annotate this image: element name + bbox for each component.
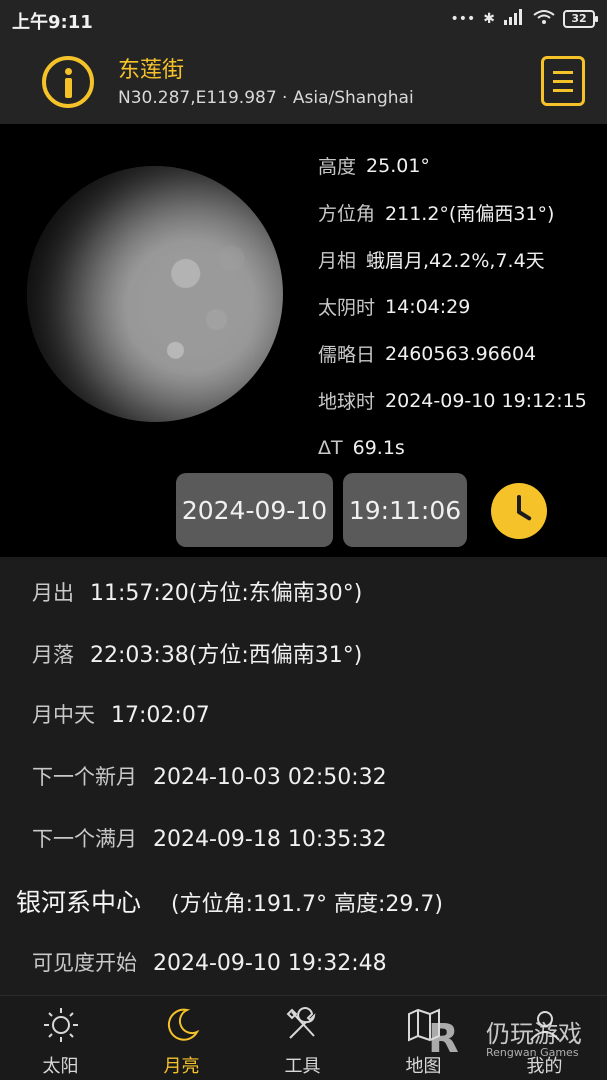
moon-phase-row: 月相 蛾眉月,42.2%,7.4天	[318, 250, 545, 272]
time-picker-button[interactable]: 19:11:06	[343, 473, 467, 547]
moon-info-list: 高度 25.01° 方位角 211.2°(南偏西31°) 月相 蛾眉月,42.2%,7…	[318, 142, 587, 471]
status-time: 上午9:11	[12, 12, 93, 33]
tab-tools-label: 工具	[284, 1056, 321, 1077]
tools-icon	[286, 1007, 316, 1039]
info-button[interactable]	[42, 56, 94, 108]
watermark: R 仍玩游戏 Rengwan Games	[410, 1010, 600, 1070]
lunar-time-row: 太阴时 14:04:29	[318, 295, 471, 320]
menu-icon	[553, 71, 573, 74]
date-picker-button[interactable]: 2024-09-10	[176, 473, 333, 547]
status-icons: ••• ✱ 32	[450, 9, 598, 29]
watermark-en: Rengwan Games	[486, 1046, 579, 1059]
location-name[interactable]: 东莲街	[118, 52, 184, 84]
next-full-moon-row: 下一个满月 2024-09-18 10:35:32	[32, 827, 387, 852]
delta-t-row: ΔT 69.1s	[318, 436, 405, 459]
tab-sun-label: 太阳	[42, 1056, 79, 1077]
tab-moon[interactable]: 月亮	[121, 996, 242, 1080]
signal-icon	[503, 9, 525, 29]
watermark-cn: 仍玩游戏	[486, 1020, 582, 1048]
tab-moon-label: 月亮	[163, 1056, 200, 1077]
wifi-icon	[533, 9, 555, 29]
julian-day-row: 儒略日 2460563.96604	[318, 342, 537, 367]
bluetooth-icon: ✱	[483, 11, 495, 27]
location-coords: N30.287,E119.987 · Asia/Shanghai	[118, 88, 414, 108]
tab-tools[interactable]: 工具	[242, 996, 363, 1080]
info-icon	[65, 68, 72, 75]
terrestrial-time-row: 地球时 2024-09-10 19:12:15	[318, 389, 587, 414]
watermark-logo-icon: R	[428, 1016, 459, 1062]
moon-image	[27, 166, 283, 422]
clock-icon[interactable]	[491, 483, 547, 539]
moon-altitude-row: 高度 25.01°	[318, 154, 430, 179]
more-dots-icon: •••	[450, 11, 476, 27]
status-bar: 上午9:11 ••• ✱ 32	[0, 0, 607, 38]
app-header: 东莲街 N30.287,E119.987 · Asia/Shanghai	[0, 38, 607, 124]
moonset-row: 月落 22:03:38(方位:西偏南31°)	[32, 643, 363, 668]
moon-azimuth-row: 方位角 211.2°(南偏西31°)	[318, 203, 555, 225]
menu-button[interactable]	[541, 56, 585, 106]
moon-transit-row: 月中天 17:02:07	[32, 703, 210, 728]
galactic-center-row: 银河系中心 (方位角:191.7° 高度:29.7)	[16, 888, 443, 917]
battery-icon: 32	[563, 10, 598, 28]
next-new-moon-row: 下一个新月 2024-10-03 02:50:32	[32, 765, 387, 790]
moonrise-row: 月出 11:57:20(方位:东偏南30°)	[32, 581, 363, 606]
tab-sun[interactable]: 太阳	[0, 996, 121, 1080]
moon-icon	[167, 1008, 200, 1041]
sun-icon	[44, 1008, 78, 1042]
visibility-start-row: 可见度开始 2024-09-10 19:32:48	[32, 951, 387, 976]
moon-panel: 高度 25.01° 方位角 211.2°(南偏西31°) 月相 蛾眉月,42.2%,7…	[0, 124, 607, 557]
